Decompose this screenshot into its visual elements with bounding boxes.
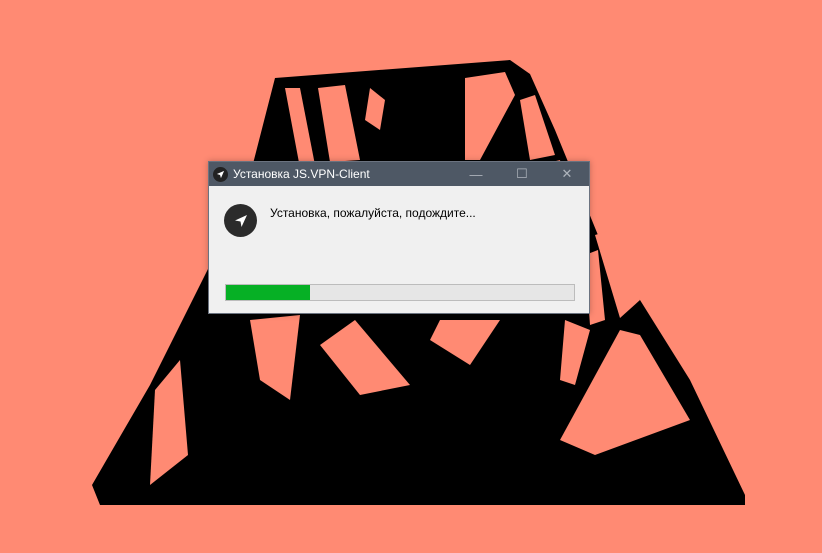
minimize-icon: — [469, 166, 483, 182]
navigation-arrow-icon [213, 167, 228, 182]
status-message: Установка, пожалуйста, подождите... [270, 206, 476, 220]
close-icon: ✕ [561, 166, 573, 181]
progress-fill [226, 285, 310, 300]
progress-bar [225, 284, 575, 301]
maximize-icon: ☐ [516, 166, 528, 181]
app-logo-icon [224, 204, 257, 237]
window-title: Установка JS.VPN-Client [233, 167, 370, 181]
minimize-button[interactable]: — [453, 162, 499, 186]
close-button[interactable]: ✕ [544, 162, 590, 186]
maximize-button[interactable]: ☐ [499, 162, 545, 186]
installer-window: Установка JS.VPN-Client — ☐ ✕ Установка,… [208, 161, 590, 314]
title-bar[interactable]: Установка JS.VPN-Client — ☐ ✕ [209, 162, 589, 186]
